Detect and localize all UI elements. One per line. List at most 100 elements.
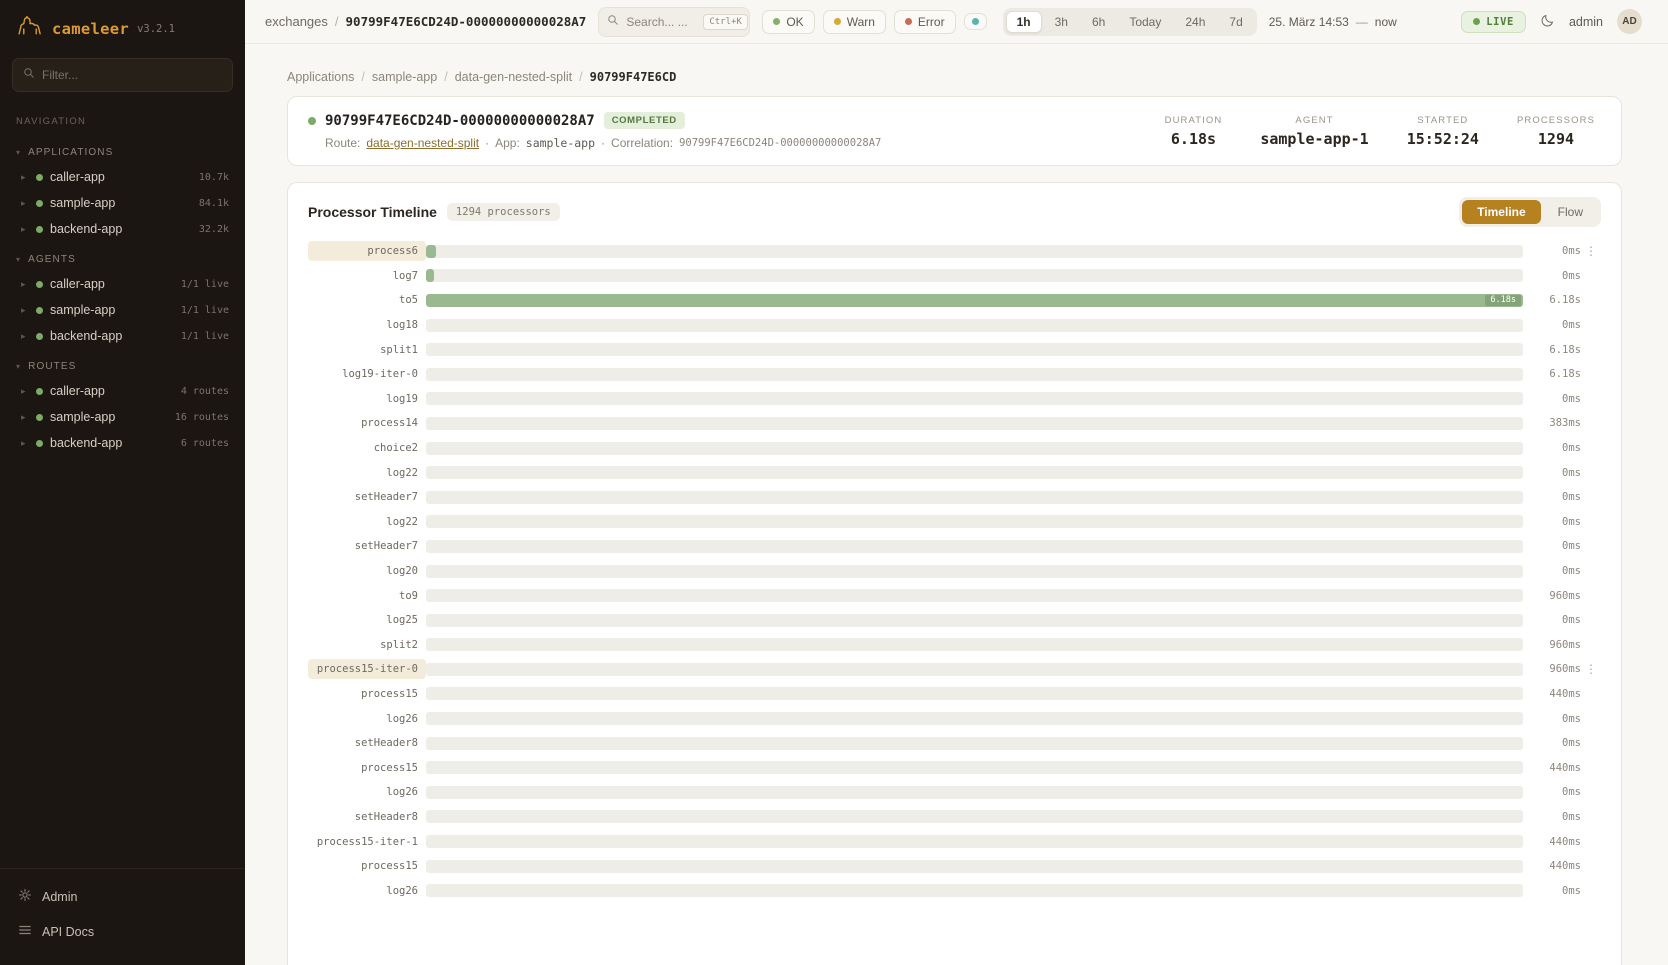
sidebar-item-badge: 16 routes [175, 412, 229, 423]
timeline-row-process15-iter-0[interactable]: process15-iter-0960ms⋮ [308, 657, 1601, 682]
kebab-menu-icon[interactable]: ⋮ [1581, 662, 1601, 676]
filter-chip-extra[interactable] [964, 13, 987, 30]
view-toggle: Timeline Flow [1459, 197, 1601, 227]
sidebar-item-caller-app[interactable]: ▸caller-app1/1 live [0, 271, 245, 297]
live-badge[interactable]: LIVE [1461, 11, 1526, 33]
processor-name: log7 [308, 266, 426, 286]
breadcrumb-applications[interactable]: Applications [287, 70, 354, 84]
breadcrumb-current: 90799F47E6CD [590, 70, 677, 84]
timeline-row-process6[interactable]: process60ms⋮ [308, 239, 1601, 264]
route-link[interactable]: data-gen-nested-split [366, 136, 479, 150]
sidebar-filter-input[interactable] [42, 68, 222, 82]
timeline-track [426, 269, 1523, 282]
breadcrumb-sample-app[interactable]: sample-app [372, 70, 437, 84]
date-range-to: now [1375, 15, 1397, 29]
chevron-right-icon: ▸ [21, 279, 29, 290]
sidebar-item-sample-app[interactable]: ▸sample-app84.1k [0, 190, 245, 216]
timeline-row-split1[interactable]: split16.18s⋮ [308, 337, 1601, 362]
sidebar-item-backend-app[interactable]: ▸backend-app32.2k [0, 216, 245, 242]
breadcrumb-route[interactable]: data-gen-nested-split [455, 70, 572, 84]
sidebar-item-label: sample-app [50, 196, 115, 210]
timeline-track [426, 368, 1523, 381]
timeline-row-process15-iter-1[interactable]: process15-iter-1440ms⋮ [308, 829, 1601, 854]
timeline-row-to5[interactable]: to56.18s6.18s⋮ [308, 288, 1601, 313]
processor-name: setHeader7 [308, 536, 426, 556]
timeline-row-log18[interactable]: log180ms⋮ [308, 313, 1601, 338]
sidebar-item-sample-app[interactable]: ▸sample-app16 routes [0, 404, 245, 430]
processor-name: log19-iter-0 [308, 364, 426, 384]
sidebar-item-backend-app[interactable]: ▸backend-app1/1 live [0, 323, 245, 349]
sidebar-item-badge: 10.7k [199, 172, 229, 183]
stat-value: 15:52:24 [1407, 130, 1479, 148]
time-range-today[interactable]: Today [1118, 11, 1172, 33]
timeline-track [426, 491, 1523, 504]
sidebar-item-caller-app[interactable]: ▸caller-app10.7k [0, 164, 245, 190]
timeline-row-log25[interactable]: log250ms⋮ [308, 608, 1601, 633]
time-range-3h[interactable]: 3h [1044, 11, 1079, 33]
sidebar-item-badge: 1/1 live [181, 331, 229, 342]
api-docs-link[interactable]: API Docs [0, 914, 245, 949]
exchange-meta: Route: data-gen-nested-split · App: samp… [325, 136, 1165, 150]
timeline-row-process15[interactable]: process15440ms⋮ [308, 755, 1601, 780]
timeline-row-log7[interactable]: log70ms⋮ [308, 264, 1601, 289]
timeline-row-setHeader8[interactable]: setHeader80ms⋮ [308, 805, 1601, 830]
avatar[interactable]: AD [1617, 9, 1642, 34]
brand-logo[interactable]: cameleer v3.2.1 [0, 0, 245, 54]
timeline-row-process15[interactable]: process15440ms⋮ [308, 854, 1601, 879]
timeline-row-setHeader7[interactable]: setHeader70ms⋮ [308, 534, 1601, 559]
sidebar-item-caller-app[interactable]: ▸caller-app4 routes [0, 378, 245, 404]
duration-value: 0ms [1523, 442, 1581, 454]
breadcrumb-exchanges[interactable]: exchanges [265, 14, 328, 29]
filter-chip-ok[interactable]: OK [762, 10, 814, 34]
sidebar-item-backend-app[interactable]: ▸backend-app6 routes [0, 430, 245, 456]
processor-name: split2 [308, 635, 426, 655]
time-range-6h[interactable]: 6h [1081, 11, 1116, 33]
app-label: App: [495, 136, 520, 150]
time-range-7d[interactable]: 7d [1218, 11, 1253, 33]
timeline-row-log26[interactable]: log260ms⋮ [308, 878, 1601, 903]
filter-chip-label: Error [918, 15, 945, 29]
filter-chip-warn[interactable]: Warn [823, 10, 886, 34]
filter-chip-error[interactable]: Error [894, 10, 956, 34]
admin-link[interactable]: Admin [0, 879, 245, 914]
timeline-row-setHeader7[interactable]: setHeader70ms⋮ [308, 485, 1601, 510]
timeline-row-log20[interactable]: log200ms⋮ [308, 559, 1601, 584]
sidebar-item-sample-app[interactable]: ▸sample-app1/1 live [0, 297, 245, 323]
sidebar-section-title: APPLICATIONS [28, 147, 113, 158]
processor-name: log22 [308, 512, 426, 532]
timeline-row-log22[interactable]: log220ms⋮ [308, 510, 1601, 535]
sidebar-filter[interactable] [12, 58, 233, 92]
timeline-track [426, 860, 1523, 873]
date-range[interactable]: 25. März 14:53 — now [1269, 15, 1397, 29]
global-search-input[interactable] [626, 15, 696, 29]
timeline-row-log19-iter-0[interactable]: log19-iter-06.18s⋮ [308, 362, 1601, 387]
timeline-row-log26[interactable]: log260ms⋮ [308, 780, 1601, 805]
duration-value: 960ms [1523, 639, 1581, 651]
kebab-menu-icon[interactable]: ⋮ [1581, 244, 1601, 258]
view-flow-button[interactable]: Flow [1543, 200, 1598, 224]
timeline-row-log22[interactable]: log220ms⋮ [308, 460, 1601, 485]
timeline-row-to9[interactable]: to9960ms⋮ [308, 583, 1601, 608]
timeline-row-log26[interactable]: log260ms⋮ [308, 706, 1601, 731]
duration-value: 0ms [1523, 540, 1581, 552]
processor-name: log22 [308, 463, 426, 483]
sidebar-section-routes[interactable]: ▾ROUTES [0, 349, 245, 378]
timeline-row-choice2[interactable]: choice20ms⋮ [308, 436, 1601, 461]
time-range-24h[interactable]: 24h [1174, 11, 1216, 33]
view-timeline-button[interactable]: Timeline [1462, 200, 1540, 224]
timeline-row-process14[interactable]: process14383ms⋮ [308, 411, 1601, 436]
meta-separator: · [485, 136, 489, 150]
processor-name: to5 [308, 290, 426, 310]
sidebar-section-agents[interactable]: ▾AGENTS [0, 242, 245, 271]
timeline-row-split2[interactable]: split2960ms⋮ [308, 633, 1601, 658]
processor-name: process15 [308, 758, 426, 778]
dark-mode-toggle[interactable] [1540, 13, 1555, 31]
time-range-1h[interactable]: 1h [1006, 11, 1042, 33]
user-name[interactable]: admin [1569, 15, 1603, 29]
timeline-row-setHeader8[interactable]: setHeader80ms⋮ [308, 731, 1601, 756]
timeline-row-process15[interactable]: process15440ms⋮ [308, 682, 1601, 707]
processor-name: setHeader8 [308, 807, 426, 827]
sidebar-section-applications[interactable]: ▾APPLICATIONS [0, 135, 245, 164]
timeline-row-log19[interactable]: log190ms⋮ [308, 387, 1601, 412]
global-search[interactable]: Ctrl+K [598, 7, 750, 37]
